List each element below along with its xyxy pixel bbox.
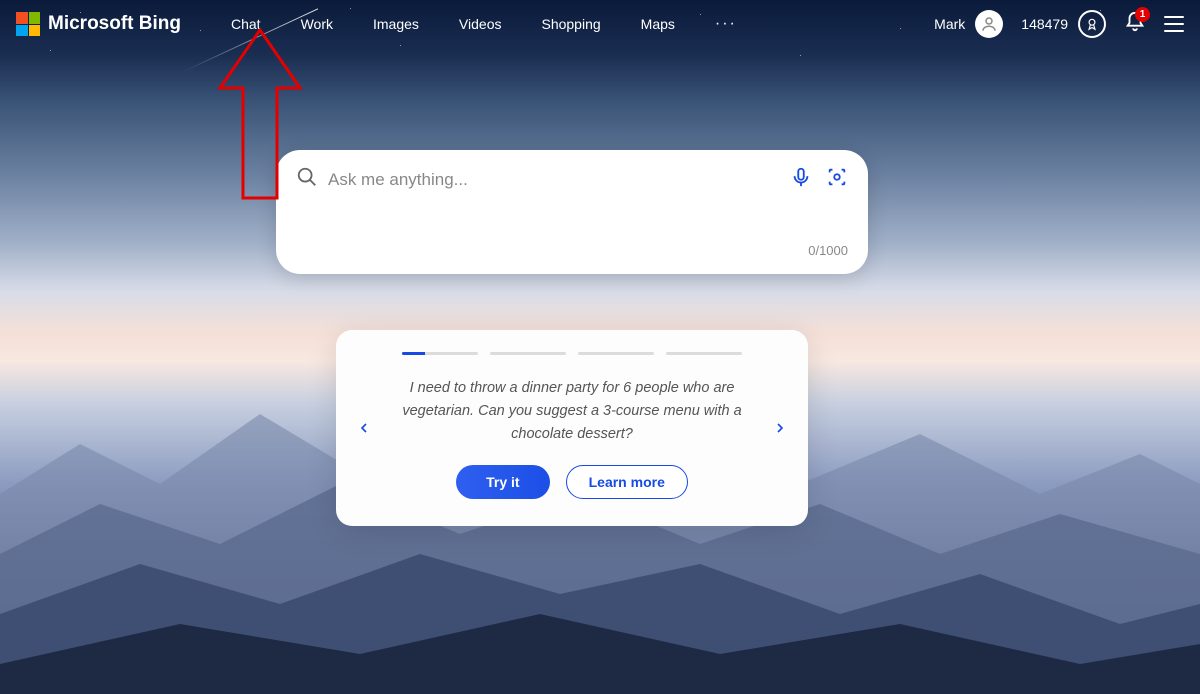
image-search-icon[interactable]: [826, 166, 848, 193]
nav-work[interactable]: Work: [301, 16, 333, 32]
search-box[interactable]: 0/1000: [276, 150, 868, 274]
progress-segment: [578, 352, 654, 355]
next-prompt-button[interactable]: [768, 416, 792, 440]
try-it-button[interactable]: Try it: [456, 465, 549, 499]
nav-more-button[interactable]: ···: [715, 15, 737, 33]
header-bar: Microsoft Bing Chat Work Images Videos S…: [0, 0, 1200, 48]
top-nav: Chat Work Images Videos Shopping Maps: [231, 16, 675, 32]
points-label: 148479: [1021, 16, 1068, 32]
bing-logo[interactable]: Microsoft Bing: [16, 12, 181, 36]
avatar-icon: [975, 10, 1003, 38]
nav-maps[interactable]: Maps: [641, 16, 675, 32]
suggested-prompt-card: I need to throw a dinner party for 6 peo…: [336, 330, 808, 526]
nav-shopping[interactable]: Shopping: [541, 16, 600, 32]
logo-text: Microsoft Bing: [48, 13, 181, 35]
notification-badge: 1: [1135, 7, 1150, 22]
character-counter: 0/1000: [296, 243, 848, 258]
progress-segment: [666, 352, 742, 355]
account-button[interactable]: Mark: [934, 10, 1003, 38]
progress-segment: [402, 352, 478, 355]
progress-indicator: [402, 352, 742, 355]
hamburger-menu-button[interactable]: [1164, 16, 1184, 32]
progress-segment: [490, 352, 566, 355]
notifications-button[interactable]: 1: [1124, 11, 1146, 38]
search-input[interactable]: [328, 170, 780, 190]
rewards-button[interactable]: 148479: [1021, 10, 1106, 38]
learn-more-button[interactable]: Learn more: [566, 465, 688, 499]
nav-videos[interactable]: Videos: [459, 16, 502, 32]
search-icon: [296, 166, 318, 193]
medal-icon: [1078, 10, 1106, 38]
microsoft-logo-icon: [16, 12, 40, 36]
nav-chat[interactable]: Chat: [231, 16, 261, 32]
microphone-icon[interactable]: [790, 166, 812, 193]
nav-images[interactable]: Images: [373, 16, 419, 32]
account-name-label: Mark: [934, 16, 965, 32]
prompt-text: I need to throw a dinner party for 6 peo…: [392, 377, 752, 447]
prev-prompt-button[interactable]: [352, 416, 376, 440]
header-right: Mark 148479 1: [934, 10, 1184, 38]
